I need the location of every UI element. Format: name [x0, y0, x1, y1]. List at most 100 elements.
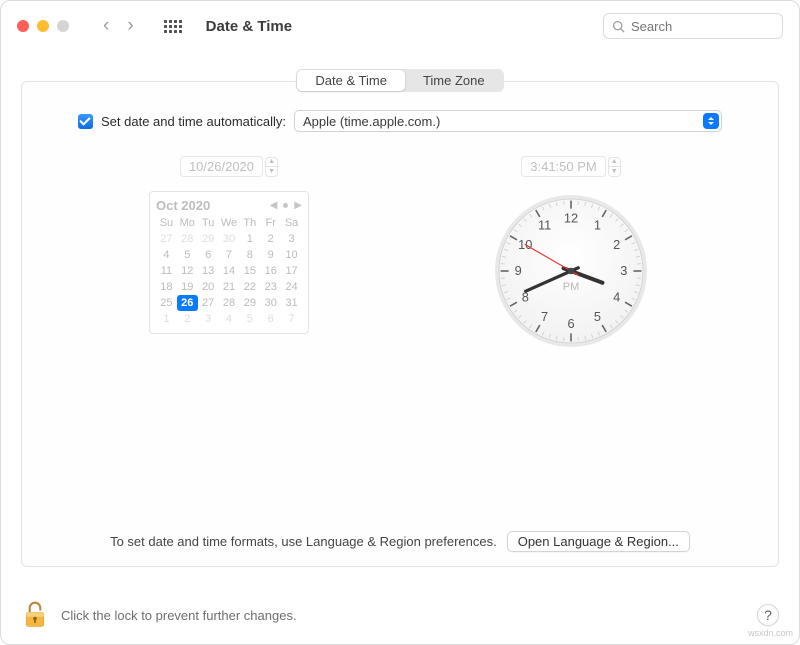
- open-language-region-button[interactable]: Open Language & Region...: [507, 531, 690, 552]
- calendar-grid: SuMoTuWeThFrSa27282930123456789101112131…: [156, 215, 302, 327]
- watermark: wsxdn.com: [748, 628, 793, 638]
- calendar-day[interactable]: 22: [239, 279, 260, 295]
- calendar-day[interactable]: 23: [260, 279, 281, 295]
- body-row: 10/26/2020 ▲ ▼ Oct 2020 ◀ ▶: [38, 156, 762, 351]
- calendar-day[interactable]: 1: [156, 311, 177, 327]
- calendar-day[interactable]: 12: [177, 263, 198, 279]
- calendar-today-icon[interactable]: [283, 203, 288, 208]
- calendar-day[interactable]: 8: [239, 247, 260, 263]
- date-stepper-control[interactable]: ▲ ▼: [265, 157, 278, 177]
- select-arrow-icon: [703, 113, 719, 129]
- calendar-day[interactable]: 26: [177, 295, 198, 311]
- calendar-day[interactable]: 14: [219, 263, 240, 279]
- footer-hint: To set date and time formats, use Langua…: [110, 534, 497, 549]
- calendar-day[interactable]: 3: [198, 311, 219, 327]
- svg-text:3: 3: [620, 263, 627, 278]
- maximize-button[interactable]: [57, 20, 69, 32]
- calendar-day[interactable]: 18: [156, 279, 177, 295]
- calendar-day[interactable]: 5: [239, 311, 260, 327]
- stepper-up-icon: ▲: [266, 158, 277, 167]
- lock-icon[interactable]: [21, 600, 49, 630]
- svg-text:9: 9: [515, 263, 522, 278]
- time-stepper-control[interactable]: ▲ ▼: [608, 157, 621, 177]
- tab-date-time[interactable]: Date & Time: [297, 70, 405, 91]
- calendar-dow: Su: [156, 215, 177, 231]
- calendar-day[interactable]: 20: [198, 279, 219, 295]
- calendar-day[interactable]: 30: [260, 295, 281, 311]
- calendar-day[interactable]: 30: [219, 231, 240, 247]
- minimize-button[interactable]: [37, 20, 49, 32]
- calendar-day[interactable]: 19: [177, 279, 198, 295]
- stepper-down-icon: ▼: [266, 167, 277, 176]
- calendar-day[interactable]: 6: [198, 247, 219, 263]
- calendar-day[interactable]: 21: [219, 279, 240, 295]
- clock-period: PM: [491, 281, 651, 293]
- calendar-day[interactable]: 2: [260, 231, 281, 247]
- calendar-prev-icon[interactable]: ◀: [270, 200, 278, 211]
- auto-row: Set date and time automatically: Apple (…: [38, 106, 762, 140]
- time-column: 3:41:50 PM ▲ ▼: [400, 156, 742, 351]
- time-field[interactable]: 3:41:50 PM: [521, 156, 606, 177]
- calendar-day[interactable]: 29: [198, 231, 219, 247]
- calendar-day[interactable]: 6: [260, 311, 281, 327]
- svg-text:7: 7: [541, 309, 548, 324]
- traffic-lights: [17, 20, 69, 32]
- date-column: 10/26/2020 ▲ ▼ Oct 2020 ◀ ▶: [58, 156, 400, 351]
- calendar-day[interactable]: 7: [281, 311, 302, 327]
- calendar-day[interactable]: 5: [177, 247, 198, 263]
- content: Date & Time Time Zone Set date and time …: [1, 51, 799, 567]
- help-button[interactable]: ?: [757, 604, 779, 626]
- calendar-day[interactable]: 28: [219, 295, 240, 311]
- calendar-day[interactable]: 16: [260, 263, 281, 279]
- titlebar: ‹ › Date & Time: [1, 1, 799, 51]
- calendar-dow: Th: [239, 215, 260, 231]
- time-server-select[interactable]: Apple (time.apple.com.): [294, 110, 722, 132]
- date-stepper[interactable]: 10/26/2020 ▲ ▼: [180, 156, 278, 177]
- forward-button[interactable]: ›: [127, 15, 133, 37]
- stepper-down-icon: ▼: [609, 167, 620, 176]
- lock-text: Click the lock to prevent further change…: [61, 608, 297, 623]
- calendar-day[interactable]: 2: [177, 311, 198, 327]
- calendar-day[interactable]: 15: [239, 263, 260, 279]
- calendar-day[interactable]: 9: [260, 247, 281, 263]
- calendar-day[interactable]: 4: [219, 311, 240, 327]
- calendar-header: Oct 2020 ◀ ▶: [156, 198, 302, 213]
- calendar[interactable]: Oct 2020 ◀ ▶ SuMoTuWeThFrSa2728293012345…: [149, 191, 309, 334]
- calendar-day[interactable]: 28: [177, 231, 198, 247]
- date-field[interactable]: 10/26/2020: [180, 156, 263, 177]
- time-stepper[interactable]: 3:41:50 PM ▲ ▼: [521, 156, 621, 177]
- back-button[interactable]: ‹: [103, 15, 109, 37]
- auto-label: Set date and time automatically:: [101, 114, 286, 129]
- calendar-day[interactable]: 7: [219, 247, 240, 263]
- search-field[interactable]: [603, 13, 783, 39]
- calendar-day[interactable]: 1: [239, 231, 260, 247]
- calendar-day[interactable]: 24: [281, 279, 302, 295]
- search-input[interactable]: [631, 19, 774, 34]
- calendar-day[interactable]: 31: [281, 295, 302, 311]
- calendar-day[interactable]: 3: [281, 231, 302, 247]
- calendar-day[interactable]: 13: [198, 263, 219, 279]
- show-all-button[interactable]: [164, 20, 182, 33]
- close-button[interactable]: [17, 20, 29, 32]
- svg-text:12: 12: [564, 210, 578, 225]
- calendar-next-icon[interactable]: ▶: [294, 200, 302, 211]
- calendar-day[interactable]: 10: [281, 247, 302, 263]
- calendar-month-label: Oct 2020: [156, 198, 210, 213]
- svg-text:6: 6: [567, 316, 574, 331]
- calendar-day[interactable]: 4: [156, 247, 177, 263]
- calendar-day[interactable]: 11: [156, 263, 177, 279]
- svg-text:11: 11: [538, 217, 551, 232]
- bottom-bar: Click the lock to prevent further change…: [21, 600, 779, 630]
- tab-time-zone[interactable]: Time Zone: [405, 70, 503, 91]
- calendar-day[interactable]: 17: [281, 263, 302, 279]
- auto-checkbox[interactable]: [78, 114, 93, 129]
- footer-row: To set date and time formats, use Langua…: [22, 531, 778, 552]
- svg-text:2: 2: [613, 237, 620, 252]
- tabbar: Date & Time Time Zone: [21, 69, 779, 92]
- analog-clock: 123456789101112 PM: [491, 191, 651, 351]
- calendar-day[interactable]: 29: [239, 295, 260, 311]
- calendar-day[interactable]: 25: [156, 295, 177, 311]
- calendar-day[interactable]: 27: [156, 231, 177, 247]
- calendar-dow: We: [219, 215, 240, 231]
- calendar-day[interactable]: 27: [198, 295, 219, 311]
